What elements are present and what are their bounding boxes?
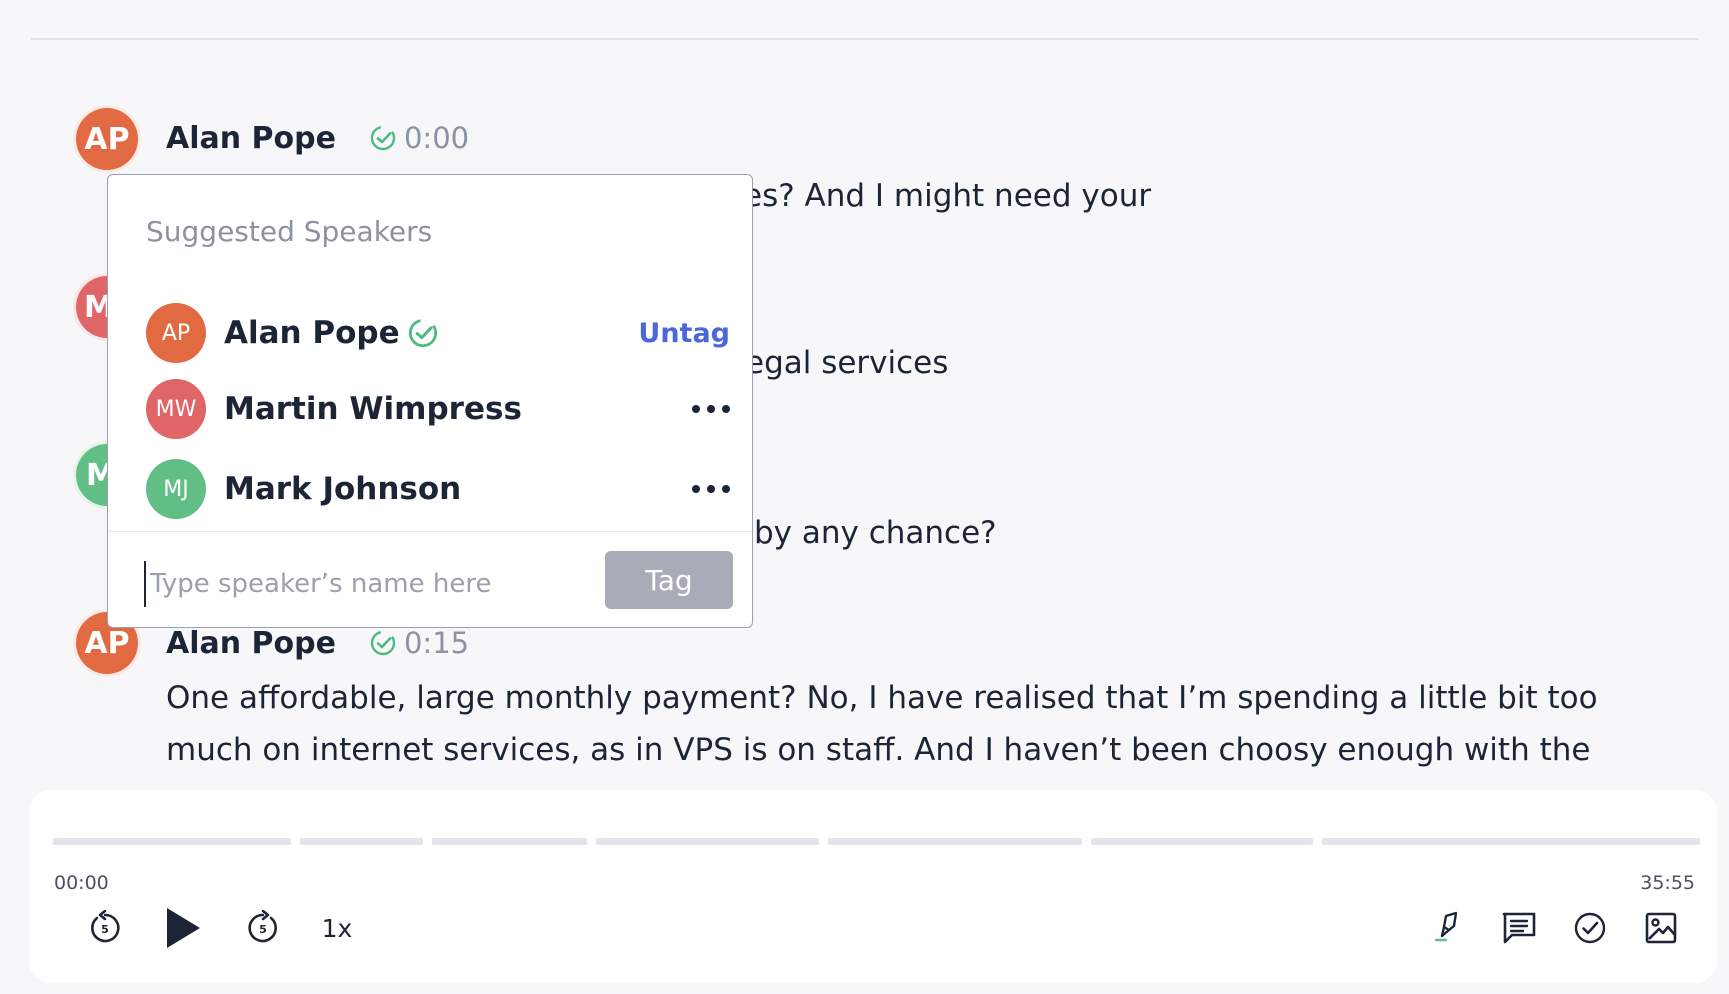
speaker-name[interactable]: Alan Pope: [166, 121, 336, 156]
timestamp[interactable]: 0:15: [370, 626, 469, 660]
timestamp[interactable]: 0:00: [370, 121, 469, 155]
total-time: 35:55: [1640, 872, 1695, 894]
verified-check-icon: [408, 318, 438, 348]
timestamp-label: 0:15: [403, 626, 470, 660]
avatar: MW: [146, 379, 206, 439]
progress-segment[interactable]: [1091, 838, 1313, 845]
popover-heading: Suggested Speakers: [146, 215, 433, 248]
speaker-name: Alan Pope: [224, 315, 400, 351]
verified-check-icon: [370, 125, 396, 151]
avatar: MJ: [146, 459, 206, 519]
progress-segment[interactable]: [432, 838, 587, 845]
avatar-initials: AP: [84, 121, 130, 157]
progress-segment[interactable]: [53, 838, 291, 845]
transcript-text[interactable]: One affordable, large monthly payment? N…: [166, 672, 1598, 724]
verified-check-icon: [370, 630, 396, 656]
highlight-icon[interactable]: [1423, 902, 1475, 954]
comment-icon[interactable]: [1493, 902, 1545, 954]
image-icon[interactable]: [1635, 902, 1687, 954]
playback-speed-label: 1x: [321, 913, 353, 943]
transcript-text[interactable]: by any chance?: [754, 507, 997, 559]
top-divider: [31, 38, 1699, 40]
progress-segment[interactable]: [300, 838, 423, 845]
speaker-name: Mark Johnson: [224, 471, 462, 507]
speaker-name[interactable]: Alan Pope: [166, 626, 336, 661]
transcript-text[interactable]: much on internet services, as in VPS is …: [166, 724, 1590, 776]
progress-segment[interactable]: [596, 838, 819, 845]
transcript-text[interactable]: es? And I might need your: [743, 170, 1151, 222]
check-circle-icon[interactable]: [1564, 902, 1616, 954]
rewind-5-icon[interactable]: 5: [79, 902, 131, 954]
avatar: AP: [146, 303, 206, 363]
speaker-row: Alan Pope 0:00: [166, 118, 469, 158]
svg-text:5: 5: [101, 923, 109, 936]
speaker-row: Alan Pope 0:15: [166, 623, 469, 663]
more-options-icon[interactable]: [692, 483, 730, 495]
suggested-speaker-item[interactable]: AP Alan Pope Untag: [146, 303, 730, 363]
avatar-initials: MJ: [163, 476, 189, 502]
avatar-initials: MW: [155, 396, 197, 422]
suggested-speakers-popover: Suggested Speakers AP Alan Pope Untag MW…: [107, 174, 753, 628]
progress-segment[interactable]: [828, 838, 1082, 845]
playback-speed-button[interactable]: 1x: [309, 902, 365, 954]
speaker-name-input[interactable]: [144, 561, 584, 607]
popover-divider: [108, 531, 752, 532]
transcript-text[interactable]: egal services: [745, 337, 948, 389]
forward-5-icon[interactable]: 5: [237, 902, 289, 954]
more-options-icon[interactable]: [692, 403, 730, 415]
audio-player: 00:00 35:55 5 5 1x: [29, 790, 1717, 983]
suggested-speaker-item[interactable]: MW Martin Wimpress: [146, 379, 730, 439]
avatar-initials: AP: [84, 625, 130, 661]
tag-button[interactable]: Tag: [605, 551, 733, 609]
avatar-initials: AP: [161, 320, 191, 346]
progress-segment[interactable]: [1322, 838, 1700, 845]
untag-button[interactable]: Untag: [638, 318, 730, 349]
avatar[interactable]: AP: [76, 108, 138, 170]
play-icon[interactable]: [157, 902, 209, 954]
svg-text:5: 5: [259, 923, 267, 936]
suggested-speaker-item[interactable]: MJ Mark Johnson: [146, 459, 730, 519]
timestamp-label: 0:00: [403, 121, 470, 155]
current-time: 00:00: [54, 872, 109, 894]
speaker-name: Martin Wimpress: [224, 391, 522, 427]
